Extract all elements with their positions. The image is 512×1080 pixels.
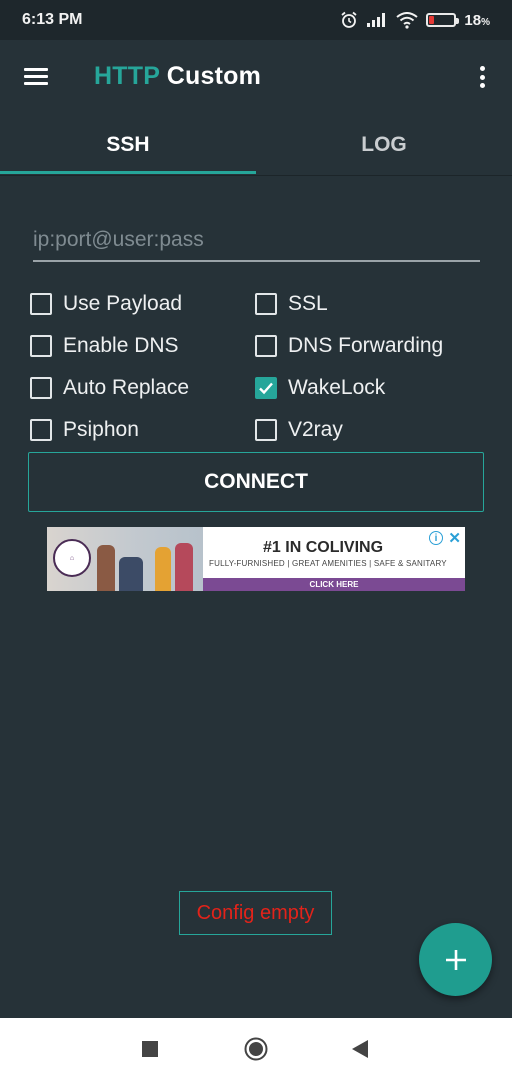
options-grid: Use Payload SSL Enable DNS DNS Forwarding Au…: [30, 283, 480, 451]
system-nav-bar: [0, 1018, 512, 1080]
status-bar: 6:13 PM 18%: [0, 0, 512, 40]
app-bar: HTTP Custom: [0, 40, 512, 114]
options-row: Enable DNS DNS Forwarding: [30, 325, 480, 367]
wifi-icon: [396, 11, 419, 29]
plus-icon: [445, 949, 466, 970]
status-icons: 18%: [340, 11, 490, 29]
ad-image: ⌂: [47, 527, 203, 591]
ad-headline: #1 IN COLIVING: [263, 539, 384, 556]
checkbox-label: Enable DNS: [63, 334, 179, 357]
checkbox-unchecked-icon[interactable]: [30, 377, 52, 399]
battery-icon: [426, 13, 460, 27]
tab-log[interactable]: LOG: [256, 114, 512, 176]
ad-person-2: [119, 557, 143, 591]
battery-level: [429, 16, 434, 24]
checkbox-label: Use Payload: [63, 292, 183, 315]
checkbox-unchecked-icon[interactable]: [255, 293, 277, 315]
checkbox-dns-forwarding[interactable]: DNS Forwarding: [255, 325, 480, 367]
recents-square-icon[interactable]: [142, 1041, 158, 1062]
checkbox-use-payload[interactable]: Use Payload: [30, 283, 255, 325]
checkbox-label: V2ray: [288, 418, 343, 441]
checkbox-label: DNS Forwarding: [288, 334, 444, 357]
ad-subline: FULLY-FURNISHED | GREAT AMENITIES | SAFE…: [209, 559, 447, 568]
checkbox-v2ray[interactable]: V2ray: [255, 409, 480, 451]
battery-unit: %: [481, 16, 490, 28]
ad-banner[interactable]: ⌂ #1 IN COLIVING FULLY-FURNISHED | GREAT…: [47, 527, 465, 591]
ad-info-icon[interactable]: i: [429, 531, 443, 545]
more-vertical-icon[interactable]: [472, 64, 492, 90]
tab-ssh[interactable]: SSH: [0, 114, 256, 176]
battery-percentage: 18%: [464, 12, 490, 29]
checkbox-enable-dns[interactable]: Enable DNS: [30, 325, 255, 367]
ad-body: #1 IN COLIVING FULLY-FURNISHED | GREAT A…: [203, 527, 465, 591]
alarm-icon: [340, 11, 358, 29]
ad-logo: ⌂: [53, 539, 91, 577]
server-input[interactable]: [33, 222, 480, 258]
connect-button[interactable]: CONNECT: [28, 452, 484, 512]
battery-value: 18: [464, 11, 482, 29]
hamburger-menu-icon[interactable]: [22, 66, 50, 88]
checkbox-label: WakeLock: [288, 376, 386, 399]
status-time: 6:13 PM: [22, 11, 83, 28]
server-input-container: [33, 222, 480, 262]
checkbox-unchecked-icon[interactable]: [30, 293, 52, 315]
checkbox-auto-replace[interactable]: Auto Replace: [30, 367, 255, 409]
config-status-button[interactable]: Config empty: [179, 891, 332, 935]
checkbox-unchecked-icon[interactable]: [255, 335, 277, 357]
tabs-divider: [0, 175, 512, 176]
checkbox-label: Psiphon: [63, 418, 139, 441]
signal-icon: [366, 12, 388, 28]
tab-bar: SSH LOG: [0, 114, 512, 176]
options-row: Psiphon V2ray: [30, 409, 480, 451]
checkbox-unchecked-icon[interactable]: [255, 419, 277, 441]
checkbox-unchecked-icon[interactable]: [30, 419, 52, 441]
ad-person-3: [155, 547, 171, 591]
ad-person-1: [97, 545, 115, 591]
app-title-http: HTTP: [94, 62, 160, 90]
checkbox-ssl[interactable]: SSL: [255, 283, 480, 325]
checkbox-label: SSL: [288, 292, 328, 315]
options-row: Auto Replace WakeLock: [30, 367, 480, 409]
options-row: Use Payload SSL: [30, 283, 480, 325]
checkbox-wakelock[interactable]: WakeLock: [255, 367, 480, 409]
back-triangle-icon[interactable]: [352, 1040, 368, 1063]
checkbox-psiphon[interactable]: Psiphon: [30, 409, 255, 451]
app-title-custom: Custom: [166, 62, 262, 90]
checkbox-checked-icon[interactable]: [255, 377, 277, 399]
app-title: HTTP Custom: [94, 62, 261, 91]
home-circle-icon[interactable]: [244, 1037, 268, 1066]
checkbox-label: Auto Replace: [63, 376, 190, 399]
ad-cta[interactable]: CLICK HERE: [203, 578, 465, 591]
checkbox-unchecked-icon[interactable]: [30, 335, 52, 357]
ad-person-4: [175, 543, 193, 591]
ad-close-icon[interactable]: ✕: [448, 529, 461, 547]
add-config-button[interactable]: [419, 923, 492, 996]
